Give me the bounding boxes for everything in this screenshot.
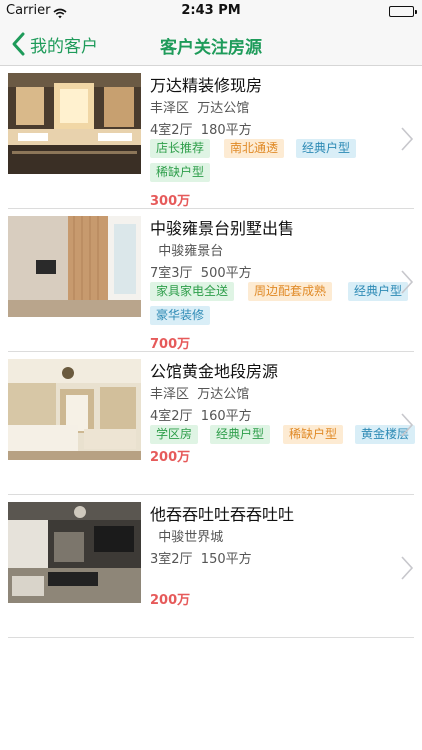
listing-title: 他吞吞吐吐吞吞吐吐: [150, 505, 295, 524]
navigation-bar: 我的客户 客户关注房源: [0, 22, 422, 66]
listing-photo-bathroom: [8, 73, 141, 174]
listing-spec: 4室2厅 160平方: [150, 409, 252, 424]
listing-title: 万达精装修现房: [150, 76, 263, 95]
tag: 经典户型: [348, 282, 409, 301]
listing-photo-lounge: [8, 502, 141, 603]
listing-price: 300万: [150, 194, 191, 209]
tag: 学区房: [150, 425, 199, 444]
listing-photo-living-room: [8, 216, 141, 317]
tag: 稀缺户型: [283, 425, 344, 444]
tag: 店长推荐: [150, 139, 211, 158]
chevron-right-icon: [401, 270, 414, 294]
tag: 周边配套成熟: [248, 282, 333, 301]
listing-location: 中骏世界城: [150, 530, 224, 545]
listing-spec: 7室3厅 500平方: [150, 266, 252, 281]
status-bar: Carrier 2:43 PM: [0, 0, 422, 22]
listing-price: 200万: [150, 450, 191, 465]
tag: 经典户型: [296, 139, 357, 158]
listing-title: 公馆黄金地段房源: [150, 362, 279, 381]
tag: 豪华装修: [150, 306, 211, 325]
chevron-right-icon: [401, 127, 414, 151]
listing-tags: 家具家电全送 周边配套成熟 经典户型 豪华装修: [150, 282, 422, 326]
listing-tags: 学区房 经典户型 稀缺户型 黄金楼层: [150, 425, 422, 447]
battery-icon: [389, 6, 417, 17]
chevron-right-icon: [401, 413, 414, 437]
listing-row[interactable]: 万达精装修现房 丰泽区 万达公馆 4室2厅 180平方 店长推荐 南北通透 经典…: [0, 66, 422, 209]
listing-photo-bedroom: [8, 359, 141, 460]
listing-row[interactable]: 他吞吞吐吐吞吞吐吐 中骏世界城 3室2厅 150平方 200万: [0, 495, 422, 638]
status-time: 2:43 PM: [181, 3, 241, 18]
listing-price: 700万: [150, 337, 191, 352]
chevron-right-icon: [401, 556, 414, 580]
listing-price: 200万: [150, 593, 191, 608]
listing-title: 中骏雍景台别墅出售: [150, 219, 295, 238]
listing-row[interactable]: 中骏雍景台别墅出售 中骏雍景台 7室3厅 500平方 家具家电全送 周边配套成熟…: [0, 209, 422, 352]
tag: 家具家电全送: [150, 282, 235, 301]
tag: 稀缺户型: [150, 163, 211, 182]
listing-location: 丰泽区 万达公馆: [150, 387, 250, 402]
listing-tags: 店长推荐 南北通透 经典户型 稀缺户型: [150, 139, 422, 183]
listing-list: 万达精装修现房 丰泽区 万达公馆 4室2厅 180平方 店长推荐 南北通透 经典…: [0, 66, 422, 638]
tag: 南北通透: [224, 139, 285, 158]
page-title: 客户关注房源: [160, 38, 262, 58]
listing-row[interactable]: 公馆黄金地段房源 丰泽区 万达公馆 4室2厅 160平方 学区房 经典户型 稀缺…: [0, 352, 422, 495]
listing-location: 中骏雍景台: [150, 244, 224, 259]
listing-location: 丰泽区 万达公馆: [150, 101, 250, 116]
listing-spec: 3室2厅 150平方: [150, 552, 252, 567]
tag: 经典户型: [210, 425, 271, 444]
listing-spec: 4室2厅 180平方: [150, 123, 252, 138]
